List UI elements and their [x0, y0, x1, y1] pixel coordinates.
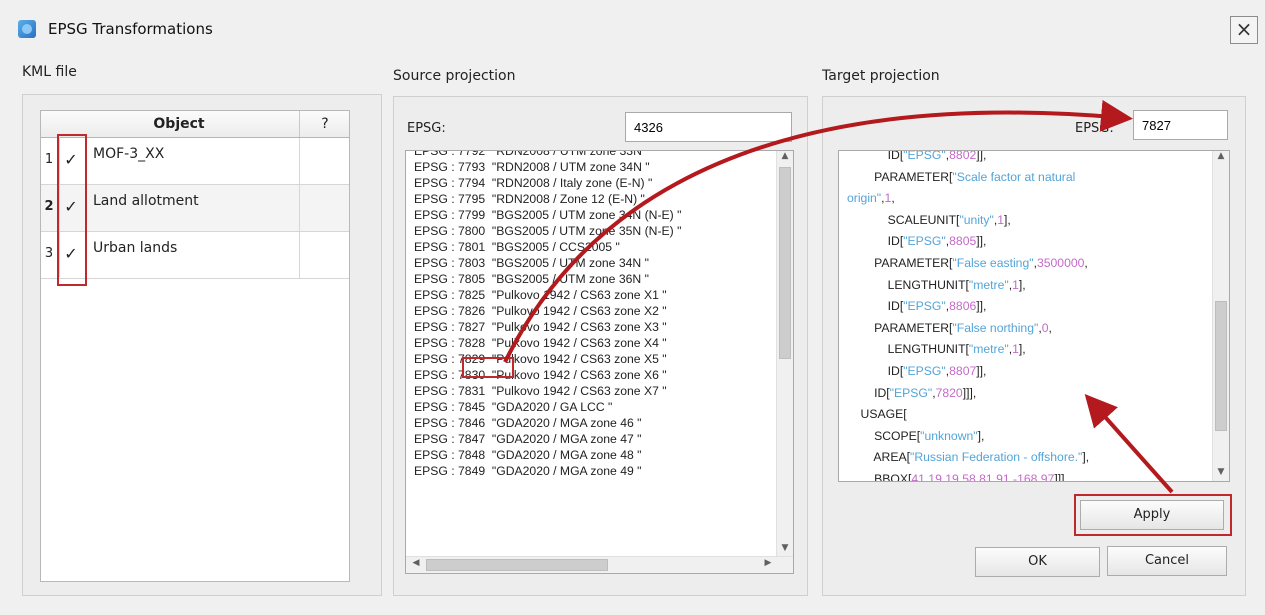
arrow-to-target-epsg: [503, 99, 1133, 363]
arrow-to-wkt: [1084, 394, 1174, 494]
annotation-arrows: [503, 99, 1174, 494]
